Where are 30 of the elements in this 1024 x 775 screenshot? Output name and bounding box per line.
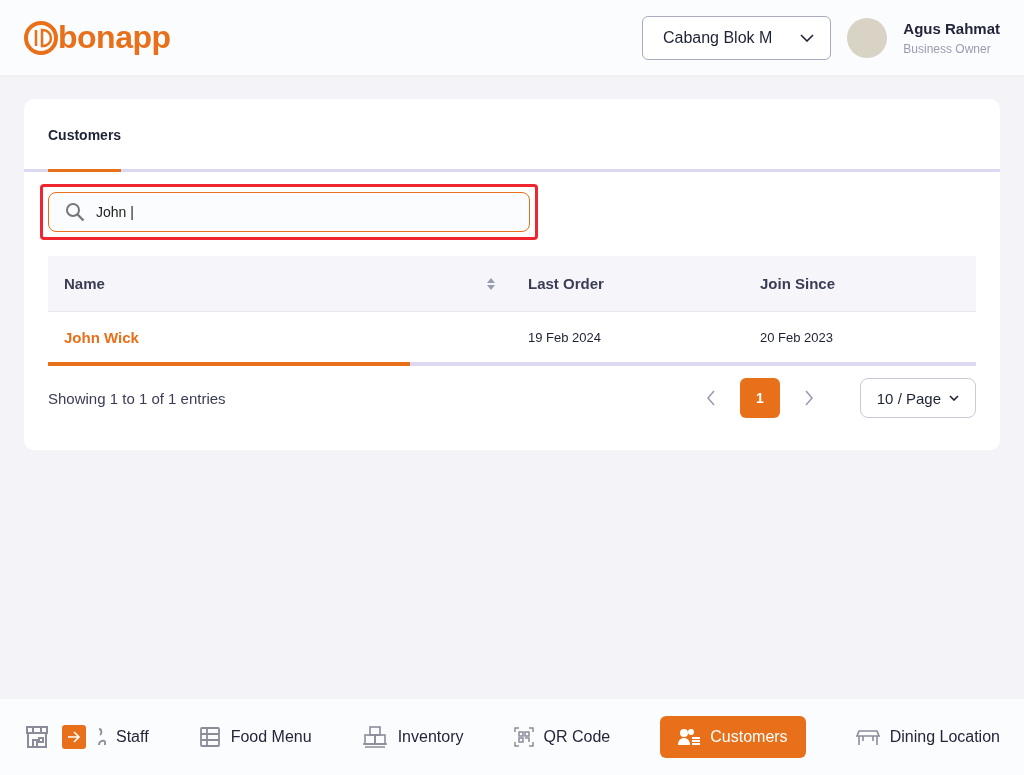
scrollbar-thumb[interactable]	[48, 362, 410, 366]
user-role: Business Owner	[903, 41, 992, 56]
horizontal-scrollbar[interactable]	[48, 362, 976, 366]
nav-tab[interactable]: QR Code	[513, 716, 611, 758]
date-text: 20 Feb 2023	[760, 329, 833, 345]
nav-tab[interactable]: Inventory	[361, 716, 464, 758]
arrow-right-icon	[67, 730, 81, 744]
nav-tab[interactable]: Food Menu	[198, 716, 312, 758]
avatar[interactable]	[847, 17, 888, 58]
chevron-left-icon[interactable]	[705, 390, 716, 406]
search-field[interactable]: John |	[48, 192, 530, 232]
store-icon[interactable]	[24, 724, 50, 750]
nav-tab[interactable]: Dining Location	[855, 716, 1000, 758]
date-text: 19 Feb 2024	[528, 329, 601, 345]
branch-dropdown[interactable]: Cabang Blok M	[641, 15, 832, 60]
sort-icon[interactable]	[486, 276, 496, 291]
nav-tab[interactable]: Staff	[98, 716, 149, 758]
chevron-down-icon	[800, 33, 815, 42]
entries-summary: Showing 1 to 1 of 1 entries	[48, 389, 227, 407]
logo-icon	[24, 20, 58, 55]
chevron-right-icon[interactable]	[803, 390, 814, 406]
chevron-down-icon	[949, 395, 959, 401]
column-header[interactable]: Name	[48, 256, 512, 312]
user-name: Agus Rahmat	[903, 19, 1000, 37]
tab[interactable]: Customers	[48, 99, 122, 172]
scroll-right-button[interactable]	[62, 725, 86, 749]
logo-text: bonapp	[58, 19, 171, 56]
page-size-dropdown[interactable]: 10 / Page	[859, 378, 976, 418]
column-header[interactable]: Join Since	[744, 256, 976, 312]
column-header[interactable]: Last Order	[512, 256, 744, 312]
